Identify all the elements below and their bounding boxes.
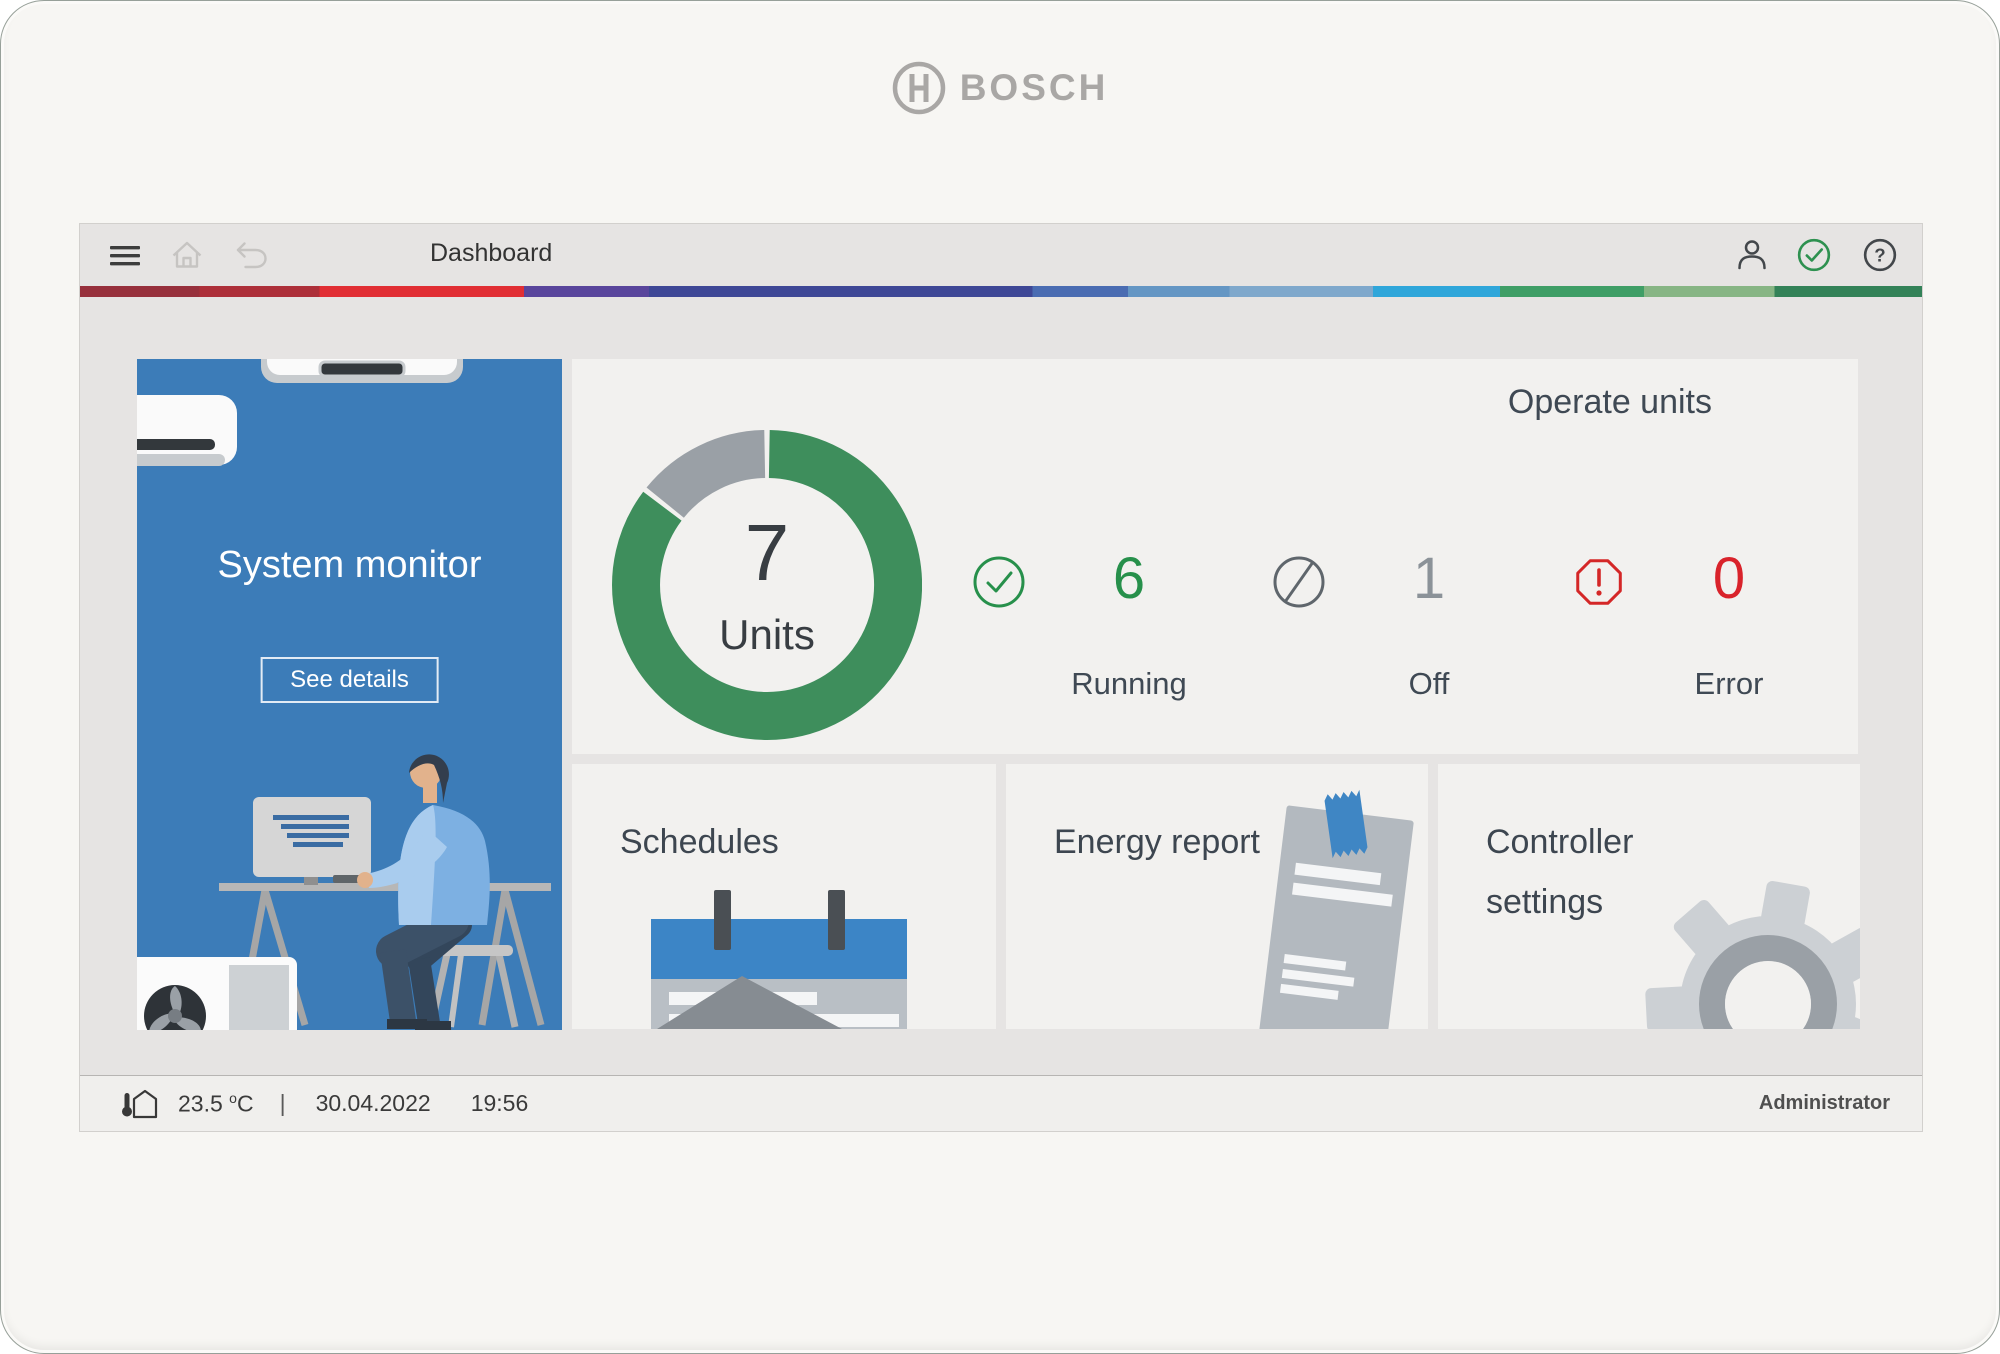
- energy-report-tile[interactable]: Energy report: [1006, 764, 1428, 1029]
- degree-symbol: o: [229, 1090, 237, 1106]
- control-panel-device: BOSCH Dashboard: [0, 0, 2000, 1354]
- schedules-label: Schedules: [620, 812, 840, 872]
- top-bar: Dashboard ?: [80, 224, 1922, 286]
- status-separator: |: [280, 1090, 286, 1117]
- system-status-ok-icon[interactable]: [1792, 233, 1836, 277]
- temperature-value: 23.5: [178, 1090, 223, 1116]
- energy-report-document-icon: [1006, 764, 1428, 1029]
- operate-units-panel[interactable]: Operate units 7 Units 6 Running: [572, 359, 1858, 754]
- page-title: Dashboard: [430, 239, 552, 268]
- error-count: 0: [1609, 537, 1849, 621]
- home-icon[interactable]: [167, 235, 207, 275]
- off-count: 1: [1309, 537, 1549, 621]
- error-label: Error: [1579, 664, 1858, 704]
- logged-in-user: Administrator: [1759, 1092, 1890, 1115]
- energy-report-label: Energy report: [1054, 812, 1274, 872]
- running-count: 6: [1009, 537, 1249, 621]
- user-icon[interactable]: [1732, 235, 1772, 275]
- menu-icon[interactable]: [105, 238, 145, 274]
- help-icon[interactable]: ?: [1858, 233, 1902, 277]
- status-bar: 23.5 oC | 30.04.2022 19:56 Administrator: [80, 1075, 1922, 1131]
- indoor-temperature-icon: [118, 1087, 164, 1121]
- calendar-icon: [572, 764, 996, 1029]
- touch-screen: Dashboard ?: [79, 223, 1923, 1132]
- off-label: Off: [1279, 664, 1579, 704]
- status-time: 19:56: [471, 1090, 529, 1117]
- svg-text:?: ?: [1874, 245, 1885, 266]
- controller-settings-label: Controller settings: [1486, 812, 1706, 932]
- system-monitor-title: System monitor: [137, 544, 562, 587]
- running-label: Running: [979, 664, 1279, 704]
- units-label: Units: [719, 611, 815, 659]
- bosch-emblem-icon: [892, 61, 946, 115]
- system-monitor-card[interactable]: System monitor See details: [137, 359, 562, 1030]
- temperature-unit: C: [237, 1090, 254, 1116]
- schedules-tile[interactable]: Schedules: [572, 764, 996, 1029]
- temperature-reading: 23.5 oC: [178, 1090, 254, 1118]
- units-total: 7: [745, 511, 790, 595]
- units-donut-chart: 7 Units: [612, 430, 922, 740]
- back-undo-icon[interactable]: [232, 235, 272, 275]
- brand-name: BOSCH: [960, 67, 1109, 109]
- donut-center: 7 Units: [612, 430, 922, 740]
- see-details-button[interactable]: See details: [260, 657, 439, 703]
- operate-units-title: Operate units: [1508, 383, 1712, 422]
- status-date: 30.04.2022: [316, 1090, 431, 1117]
- bosch-supergraphic-stripe: [80, 286, 1922, 297]
- bosch-logo: BOSCH: [1, 61, 1999, 115]
- controller-settings-tile[interactable]: Controller settings: [1438, 764, 1860, 1029]
